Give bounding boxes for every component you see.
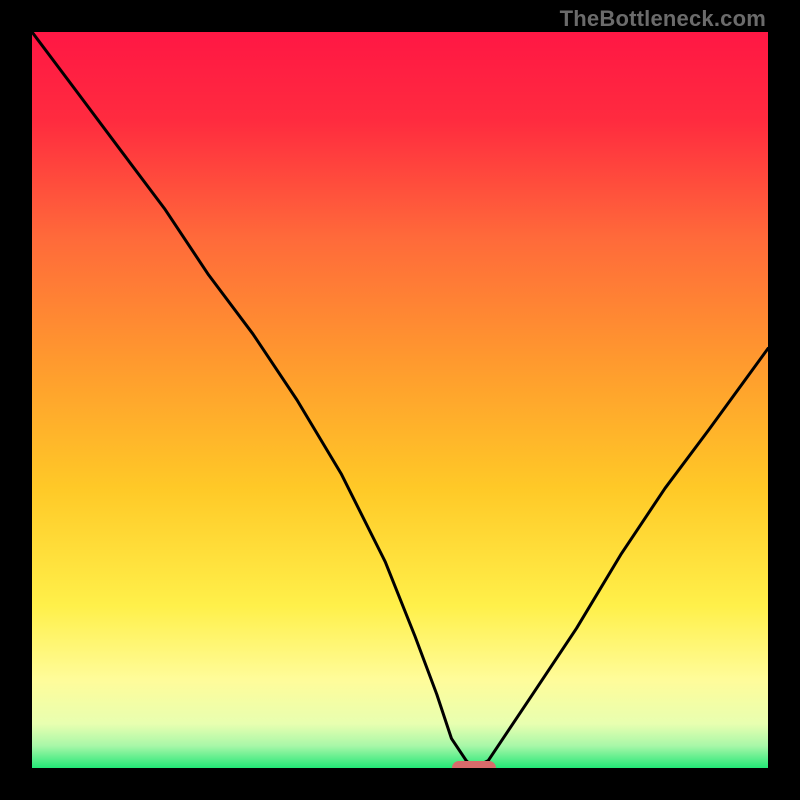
plot-area bbox=[32, 32, 768, 768]
bottleneck-curve bbox=[32, 32, 768, 768]
watermark-text: TheBottleneck.com bbox=[560, 6, 766, 32]
optimal-marker bbox=[452, 761, 496, 768]
chart-frame: TheBottleneck.com bbox=[0, 0, 800, 800]
